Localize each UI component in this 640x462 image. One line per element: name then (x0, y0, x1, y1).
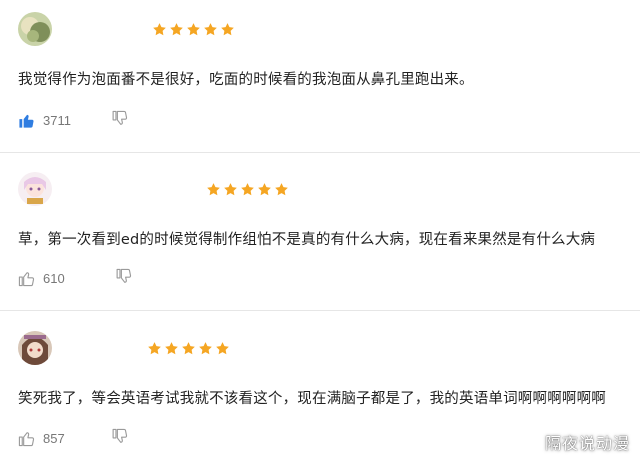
avatar[interactable] (18, 331, 52, 365)
thumbs-down-icon (116, 268, 131, 283)
dislike-button[interactable] (111, 110, 128, 131)
star-icon (182, 342, 195, 355)
divider (0, 310, 640, 311)
star-icon (258, 183, 271, 196)
star-rating (152, 22, 235, 37)
star-icon (148, 342, 161, 355)
star-rating (147, 341, 230, 356)
star-icon (216, 342, 229, 355)
avatar[interactable] (18, 172, 52, 206)
like-button[interactable]: 3711 (18, 112, 71, 129)
star-rating (206, 182, 289, 197)
avatar[interactable] (18, 12, 52, 46)
star-icon (221, 23, 234, 36)
like-count: 610 (43, 271, 65, 286)
star-icon (153, 23, 166, 36)
like-button[interactable]: 857 (18, 430, 65, 447)
dislike-button[interactable] (115, 268, 132, 289)
like-count: 3711 (43, 113, 71, 128)
review-text: 草，第一次看到ed的时候觉得制作组怕不是真的有什么大病，现在看来果然是有什么大病 (18, 232, 596, 248)
thumbs-down-icon (112, 110, 128, 125)
like-button[interactable]: 610 (18, 270, 65, 287)
like-count: 857 (43, 431, 65, 446)
star-icon (241, 183, 254, 196)
star-icon (224, 183, 237, 196)
thumbs-up-icon (18, 272, 35, 287)
star-icon (199, 342, 212, 355)
review-text: 我觉得作为泡面番不是很好，吃面的时候看的我泡面从鼻孔里跑出来。 (18, 72, 474, 88)
dislike-button[interactable] (111, 428, 128, 449)
thumbs-up-icon (18, 432, 35, 447)
star-icon (170, 23, 183, 36)
review-text: 笑死我了，等会英语考试我就不该看这个，现在满脑子都是了，我的英语单词啊啊啊啊啊啊 (18, 391, 606, 407)
divider (0, 152, 640, 153)
star-icon (165, 342, 178, 355)
watermark: 隔夜说动漫 (544, 434, 630, 453)
star-icon (204, 23, 217, 36)
star-icon (207, 183, 220, 196)
star-icon (275, 183, 288, 196)
thumbs-down-icon (112, 428, 127, 443)
thumbs-up-icon (19, 114, 34, 128)
star-icon (187, 23, 200, 36)
